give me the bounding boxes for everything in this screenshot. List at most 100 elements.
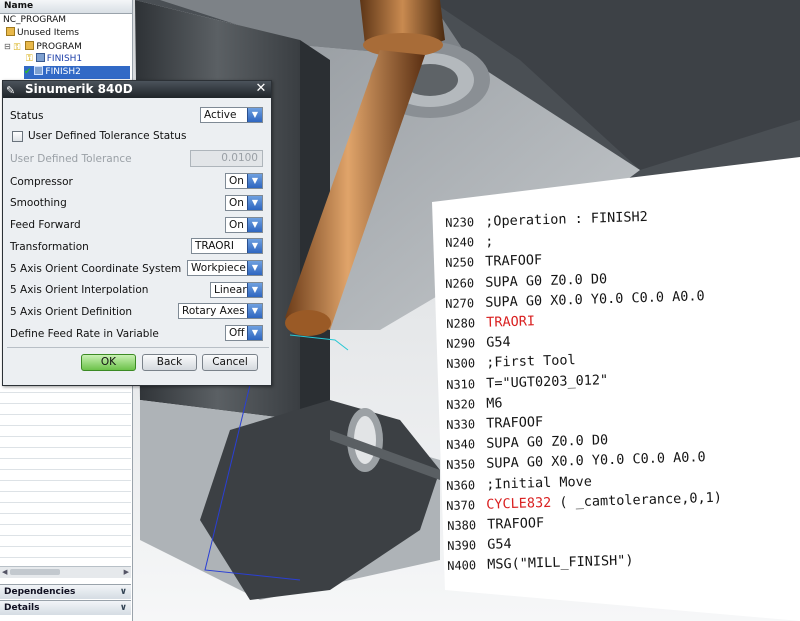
- tree-item-finish2[interactable]: ✔ FINISH2: [24, 66, 130, 79]
- dependencies-label: Dependencies: [4, 587, 76, 597]
- smoothing-select[interactable]: On ▼: [225, 195, 263, 211]
- dialog-title: Sinumerik 840D: [25, 82, 133, 96]
- code-text: TRAFOOF: [485, 252, 543, 271]
- list-gridline: [0, 425, 131, 426]
- list-gridline: [0, 535, 131, 536]
- feed-rate-variable-label: Define Feed Rate in Variable: [10, 328, 159, 340]
- dropdown-arrow-icon[interactable]: ▼: [247, 239, 262, 253]
- line-number: N260: [445, 275, 475, 291]
- list-gridline: [0, 414, 131, 415]
- scrollbar-thumb[interactable]: [10, 569, 60, 575]
- list-gridline: [0, 491, 131, 492]
- code-text: ;First Tool: [485, 352, 576, 372]
- compressor-select[interactable]: On ▼: [225, 173, 263, 189]
- folder-icon: [25, 41, 35, 50]
- compressor-label: Compressor: [10, 176, 73, 188]
- details-label: Details: [4, 603, 40, 613]
- compressor-value: On: [229, 175, 244, 187]
- line-number: N310: [445, 376, 476, 392]
- user-defined-tolerance-label: User Defined Tolerance: [10, 153, 132, 165]
- transformation-select[interactable]: TRAORI ▼: [191, 238, 263, 254]
- list-gridline: [0, 392, 131, 393]
- code-line: N330 TRAFOOF: [446, 414, 543, 433]
- cancel-button[interactable]: Cancel: [202, 354, 258, 371]
- list-gridline: [0, 546, 131, 547]
- line-number: N240: [445, 235, 475, 251]
- transformation-label: Transformation: [10, 241, 89, 253]
- ok-button[interactable]: OK: [81, 354, 136, 371]
- dropdown-arrow-icon[interactable]: ▼: [247, 174, 262, 188]
- user-defined-tolerance-status-checkbox[interactable]: [12, 131, 23, 142]
- chevron-down-icon: ∨: [119, 587, 127, 597]
- orient-coordinate-system-select[interactable]: Workpiece ▼: [187, 260, 263, 276]
- tree-item-label: PROGRAM: [36, 42, 82, 52]
- smoothing-value: On: [229, 197, 244, 209]
- scroll-right-icon[interactable]: ▶: [124, 568, 129, 576]
- dropdown-arrow-icon[interactable]: ▼: [247, 196, 262, 210]
- name-column-header[interactable]: Name: [0, 0, 132, 14]
- code-line: N380 TRAFOOF: [447, 515, 544, 534]
- chevron-down-icon: ∨: [119, 603, 127, 613]
- dropdown-arrow-icon[interactable]: ▼: [247, 283, 262, 297]
- tree-item-program[interactable]: ⊟ ⚿ PROGRAM: [4, 40, 82, 53]
- code-text: ;Initial Move: [486, 473, 593, 493]
- dialog-separator: [7, 347, 269, 348]
- collapse-icon[interactable]: ⊟: [4, 42, 11, 51]
- dependencies-panel-header[interactable]: Dependencies ∨: [0, 584, 131, 599]
- user-defined-tolerance-status-label: User Defined Tolerance Status: [28, 130, 187, 142]
- tree-item-finish1[interactable]: ⚿ FINISH1: [26, 53, 82, 66]
- list-gridline: [0, 557, 131, 558]
- close-icon[interactable]: ✕: [254, 82, 268, 96]
- dialog-title-bar[interactable]: ✎ Sinumerik 840D ✕: [3, 81, 271, 98]
- code-text: T="UGT0203_012": [485, 371, 609, 392]
- details-panel-header[interactable]: Details ∨: [0, 600, 131, 615]
- line-number: N380: [446, 518, 476, 533]
- back-button[interactable]: Back: [142, 354, 197, 371]
- list-gridline: [0, 447, 131, 448]
- navigator-horizontal-scrollbar[interactable]: ◀ ▶: [0, 566, 131, 578]
- code-text: SUPA G0 Z0.0 D0: [485, 270, 608, 291]
- dropdown-arrow-icon[interactable]: ▼: [247, 108, 262, 122]
- tree-item-unused-items[interactable]: Unused Items: [6, 27, 79, 40]
- smoothing-label: Smoothing: [10, 197, 67, 209]
- code-text: ;: [485, 233, 494, 250]
- operation-icon: [35, 53, 45, 62]
- status-select[interactable]: Active ▼: [200, 107, 263, 123]
- code-line: N390 G54: [447, 536, 512, 554]
- code-text: TRAFOOF: [486, 515, 544, 533]
- user-defined-tolerance-field[interactable]: 0.0100: [190, 150, 263, 167]
- tree-item-label: FINISH1: [46, 54, 83, 64]
- dropdown-arrow-icon[interactable]: ▼: [247, 304, 262, 318]
- dropdown-arrow-icon[interactable]: ▼: [247, 326, 262, 340]
- line-number: N230: [445, 215, 475, 230]
- line-number: N370: [446, 497, 476, 513]
- list-gridline: [0, 480, 131, 481]
- orient-definition-select[interactable]: Rotary Axes ▼: [178, 303, 263, 319]
- pin-icon[interactable]: ✎: [6, 82, 15, 99]
- line-number: N290: [445, 336, 475, 352]
- orient-definition-label: 5 Axis Orient Definition: [10, 306, 133, 318]
- status-value: Active: [204, 109, 237, 121]
- tree-item-label: Unused Items: [17, 28, 79, 38]
- line-number: N250: [445, 255, 475, 271]
- line-number: N390: [446, 538, 476, 554]
- orient-interpolation-label: 5 Axis Orient Interpolation: [10, 284, 149, 296]
- scroll-left-icon[interactable]: ◀: [2, 568, 7, 576]
- orient-interpolation-select[interactable]: Linear ▼: [210, 282, 263, 298]
- line-number: N360: [446, 477, 476, 493]
- feed-rate-variable-select[interactable]: Off ▼: [225, 325, 263, 341]
- feed-forward-value: On: [229, 219, 244, 231]
- list-gridline: [0, 524, 131, 525]
- tree-item-nc-program[interactable]: NC_PROGRAM: [3, 14, 66, 27]
- code-text: G54: [485, 334, 511, 351]
- feed-forward-select[interactable]: On ▼: [225, 217, 263, 233]
- transformation-value: TRAORI: [195, 240, 234, 252]
- list-gridline: [0, 469, 131, 470]
- line-number: N320: [445, 396, 476, 412]
- status-label: Status: [10, 110, 44, 122]
- code-line: N280 TRAORI: [446, 313, 535, 332]
- code-text: M6: [485, 395, 503, 412]
- tree-item-label: NC_PROGRAM: [3, 15, 67, 25]
- dropdown-arrow-icon[interactable]: ▼: [247, 218, 262, 232]
- dropdown-arrow-icon[interactable]: ▼: [247, 261, 262, 275]
